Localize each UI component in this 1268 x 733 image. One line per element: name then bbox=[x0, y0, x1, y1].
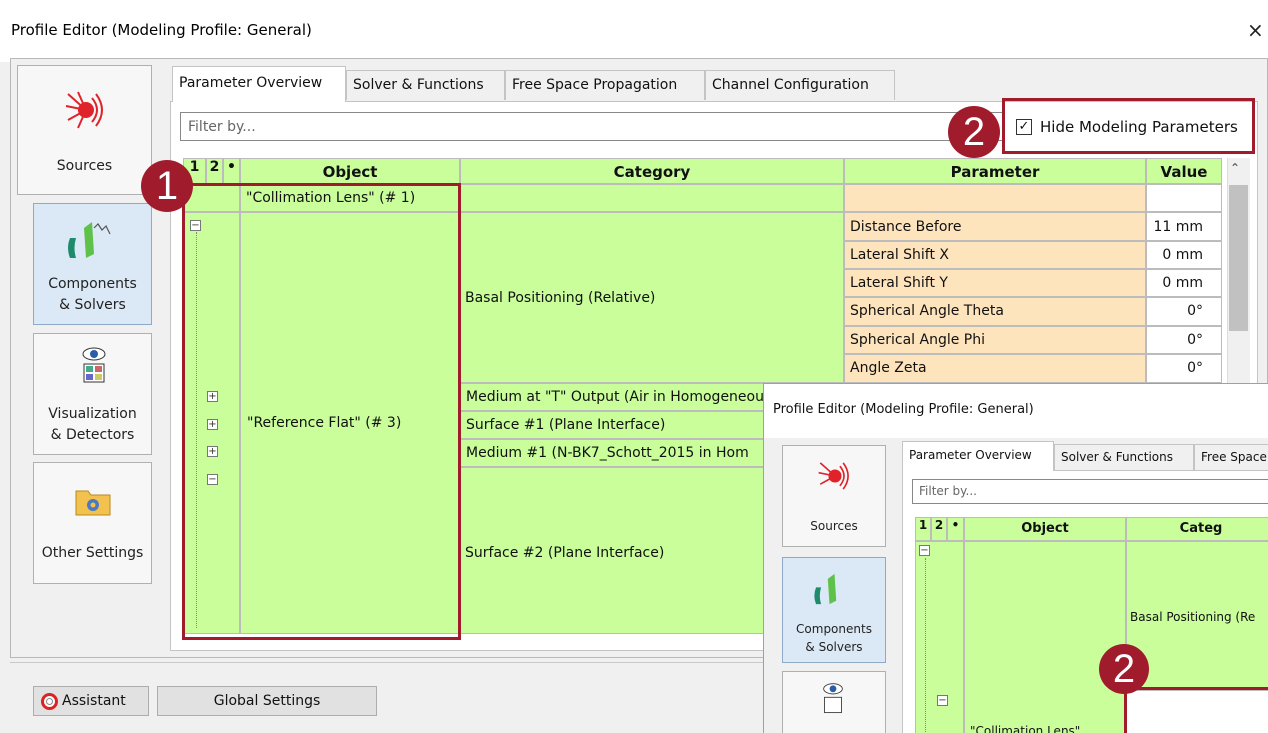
header-parameter[interactable]: Parameter bbox=[844, 158, 1146, 184]
lifebuoy-icon bbox=[41, 693, 58, 710]
global-settings-button[interactable]: Global Settings bbox=[157, 686, 377, 716]
header-star[interactable]: • bbox=[223, 158, 240, 184]
inset-header-2[interactable]: 2 bbox=[931, 517, 947, 541]
param-distance-before[interactable]: Distance Before bbox=[844, 212, 1146, 241]
callout-badge-2: 2 bbox=[948, 106, 1000, 158]
value-spherical-theta[interactable]: 0° bbox=[1146, 297, 1222, 326]
category-surface2[interactable]: Surface #2 (Plane Interface) bbox=[465, 545, 664, 561]
param-angle-zeta[interactable]: Angle Zeta bbox=[844, 354, 1146, 383]
inset-sources-icon bbox=[818, 462, 849, 490]
assistant-label: Assistant bbox=[62, 693, 126, 709]
inset-collapse-toggle[interactable]: − bbox=[919, 545, 930, 556]
inset-header-1[interactable]: 1 bbox=[915, 517, 931, 541]
inset-components-label-1: Components bbox=[796, 622, 872, 636]
tab-free-space-propagation[interactable]: Free Space Propagation bbox=[505, 70, 705, 100]
inset-nav-visualization[interactable] bbox=[782, 671, 886, 733]
highlight-hide-modeling bbox=[1002, 98, 1255, 154]
inset-screenshot: Profile Editor (Modeling Profile: Genera… bbox=[763, 383, 1268, 733]
nav-sources-label: Sources bbox=[56, 158, 113, 174]
tab-channel-configuration[interactable]: Channel Configuration bbox=[705, 70, 895, 100]
row1-category bbox=[460, 184, 844, 212]
param-lateral-shift-x[interactable]: Lateral Shift X bbox=[844, 241, 1146, 269]
nav-components-solvers[interactable]: Components & Solvers bbox=[33, 203, 152, 325]
param-spherical-theta[interactable]: Spherical Angle Theta bbox=[844, 297, 1146, 326]
header-value[interactable]: Value bbox=[1146, 158, 1222, 184]
inset-object-cell bbox=[964, 541, 1126, 733]
nav-sources[interactable]: Sources bbox=[17, 65, 152, 195]
param-spherical-phi[interactable]: Spherical Angle Phi bbox=[844, 326, 1146, 354]
inset-object-collimation[interactable]: "Collimation Lens" bbox=[970, 724, 1080, 733]
inset-collapse-toggle-2[interactable]: − bbox=[937, 695, 948, 706]
inset-sources-label: Sources bbox=[810, 519, 858, 533]
components-solvers-icon bbox=[68, 222, 111, 258]
value-spherical-phi[interactable]: 0° bbox=[1146, 326, 1222, 354]
assistant-button[interactable]: Assistant bbox=[33, 686, 149, 716]
row1-parameter bbox=[844, 184, 1146, 212]
window-title: Profile Editor (Modeling Profile: Genera… bbox=[11, 21, 312, 39]
inset-components-label-2: & Solvers bbox=[805, 640, 863, 654]
header-category[interactable]: Category bbox=[460, 158, 844, 184]
close-button[interactable]: × bbox=[1247, 18, 1264, 42]
row1-value bbox=[1146, 184, 1222, 212]
header-level-2[interactable]: 2 bbox=[206, 158, 223, 184]
inset-window-title: Profile Editor (Modeling Profile: Genera… bbox=[773, 402, 1034, 417]
inset-header-category[interactable]: Categ bbox=[1126, 517, 1268, 541]
inset-nav-components[interactable]: Components & Solvers bbox=[782, 557, 886, 663]
nav-visualization-detectors[interactable]: Visualization & Detectors bbox=[33, 333, 152, 455]
nav-components-label-line2: & Solvers bbox=[59, 297, 126, 313]
value-distance-before[interactable]: 11 mm bbox=[1146, 212, 1222, 241]
nav-components-label-line1: Components bbox=[48, 276, 137, 292]
callout-badge-1: 1 bbox=[141, 160, 193, 212]
inset-tab-free-space[interactable]: Free Space bbox=[1194, 444, 1268, 470]
nav-other-settings[interactable]: Other Settings bbox=[33, 462, 152, 584]
inset-callout-badge-2: 2 bbox=[1099, 644, 1149, 694]
visualization-detectors-icon bbox=[82, 347, 106, 383]
tab-solver-functions[interactable]: Solver & Functions bbox=[346, 70, 505, 100]
inset-components-icon bbox=[814, 573, 837, 605]
nav-visualization-label-line2: & Detectors bbox=[50, 427, 135, 443]
value-lateral-shift-x[interactable]: 0 mm bbox=[1146, 241, 1222, 269]
scroll-thumb[interactable] bbox=[1229, 185, 1248, 331]
inset-filter-input[interactable]: Filter by... bbox=[912, 479, 1268, 504]
nav-visualization-label-line1: Visualization bbox=[48, 406, 137, 422]
highlight-object-column bbox=[182, 183, 461, 640]
inset-nav-sources[interactable]: Sources bbox=[782, 445, 886, 547]
other-settings-icon bbox=[75, 490, 111, 516]
inset-tab-parameter-overview[interactable]: Parameter Overview bbox=[902, 441, 1054, 471]
inset-highlight-line bbox=[1124, 687, 1268, 690]
param-lateral-shift-y[interactable]: Lateral Shift Y bbox=[844, 269, 1146, 297]
header-object[interactable]: Object bbox=[240, 158, 460, 184]
tab-parameter-overview[interactable]: Parameter Overview bbox=[172, 66, 346, 102]
scroll-up-icon[interactable]: ⌃ bbox=[1230, 161, 1240, 175]
inset-header-object[interactable]: Object bbox=[964, 517, 1126, 541]
nav-other-settings-label: Other Settings bbox=[41, 545, 144, 561]
sources-icon bbox=[65, 91, 103, 129]
inset-visualization-icon bbox=[823, 683, 843, 714]
inset-tab-solver-functions[interactable]: Solver & Functions bbox=[1054, 444, 1194, 470]
value-angle-zeta[interactable]: 0° bbox=[1146, 354, 1222, 383]
value-lateral-shift-y[interactable]: 0 mm bbox=[1146, 269, 1222, 297]
inset-category-basal[interactable]: Basal Positioning (Re bbox=[1130, 610, 1255, 624]
category-basal[interactable]: Basal Positioning (Relative) bbox=[465, 290, 655, 306]
inset-header-star[interactable]: • bbox=[947, 517, 964, 541]
